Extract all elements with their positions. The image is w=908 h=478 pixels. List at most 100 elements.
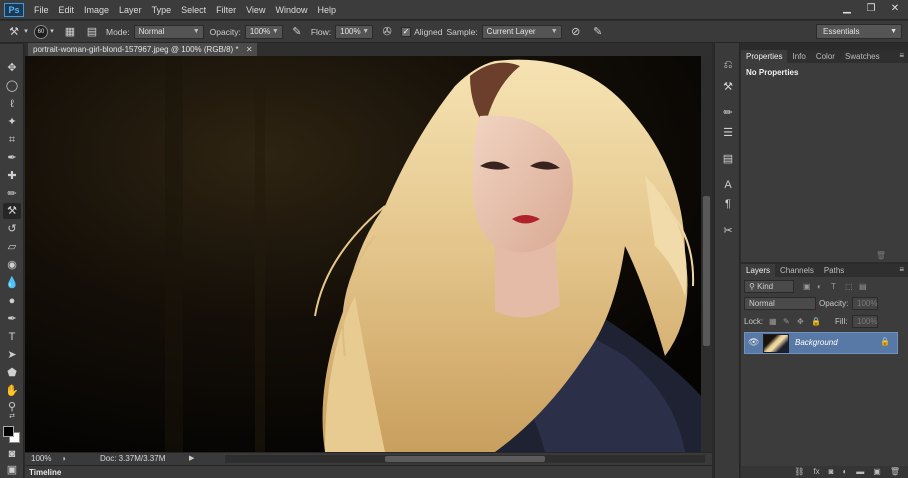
- delete-layer-icon[interactable]: 🗑: [890, 466, 900, 478]
- path-selection-tool-icon[interactable]: ➤: [3, 347, 21, 363]
- layer-fill-field[interactable]: 100%: [852, 315, 878, 328]
- menu-filter[interactable]: Filter: [216, 5, 236, 15]
- eraser-tool-icon[interactable]: ▱: [3, 239, 21, 255]
- clone-stamp-tool-icon[interactable]: ⚒: [6, 24, 22, 40]
- menu-type[interactable]: Type: [152, 5, 172, 15]
- menu-layer[interactable]: Layer: [119, 5, 142, 15]
- clone-source-panel-icon[interactable]: ⚒: [720, 79, 736, 95]
- history-panel-icon[interactable]: ⎌: [720, 57, 736, 73]
- tool-presets-panel-icon[interactable]: ▤: [720, 151, 736, 167]
- pressure-size-icon[interactable]: ✎: [590, 24, 606, 40]
- mode-select[interactable]: Normal ▼: [133, 24, 204, 39]
- aligned-checkbox[interactable]: ✓: [401, 26, 412, 37]
- brush-size-preview[interactable]: 60: [34, 24, 48, 39]
- filter-smart-object-icon[interactable]: ▤: [859, 282, 867, 291]
- pen-tool-icon[interactable]: ✒: [3, 311, 21, 327]
- menu-file[interactable]: File: [34, 5, 49, 15]
- horizontal-scroll-thumb[interactable]: [385, 456, 545, 462]
- filter-adjustment-icon[interactable]: ◐: [817, 282, 822, 291]
- panel-menu-icon[interactable]: ≡: [899, 51, 904, 60]
- vertical-scroll-thumb[interactable]: [703, 196, 710, 346]
- hand-tool-icon[interactable]: ✋: [3, 383, 21, 399]
- dodge-tool-icon[interactable]: ●: [3, 293, 21, 309]
- layer-style-icon[interactable]: fx: [813, 466, 819, 478]
- panel-menu-icon[interactable]: ≡: [899, 265, 904, 274]
- ignore-adjustment-layers-icon[interactable]: ⊘: [568, 24, 584, 40]
- flow-field[interactable]: 100% ▼: [335, 24, 374, 39]
- blur-tool-icon[interactable]: 💧: [3, 275, 21, 291]
- quick-mask-icon[interactable]: ◙: [3, 446, 21, 462]
- menu-image[interactable]: Image: [84, 5, 109, 15]
- shape-tool-icon[interactable]: ⬟: [3, 365, 21, 381]
- menu-select[interactable]: Select: [181, 5, 206, 15]
- new-layer-icon[interactable]: ▣: [873, 466, 881, 478]
- menu-view[interactable]: View: [246, 5, 265, 15]
- add-mask-icon[interactable]: ◙: [829, 466, 834, 478]
- link-layers-icon[interactable]: ⛓: [794, 466, 804, 478]
- lock-icon[interactable]: 🔒: [880, 337, 890, 346]
- status-menu-arrow-icon[interactable]: ▶: [189, 453, 194, 465]
- lasso-tool-icon[interactable]: ℓ: [3, 96, 21, 112]
- brush-tool-icon[interactable]: ✏: [3, 186, 21, 202]
- character-panel-icon[interactable]: A: [720, 177, 736, 193]
- lock-image-icon[interactable]: ✎: [783, 317, 790, 326]
- sample-select[interactable]: Current Layer ▼: [481, 24, 562, 39]
- vertical-scrollbar[interactable]: [701, 56, 712, 452]
- close-button[interactable]: ✕: [888, 3, 902, 15]
- brush-panel-icon[interactable]: ☰: [720, 125, 736, 141]
- tab-paths[interactable]: Paths: [819, 264, 849, 277]
- restore-button[interactable]: ❐: [864, 3, 878, 15]
- menu-window[interactable]: Window: [275, 5, 307, 15]
- tab-channels[interactable]: Channels: [775, 264, 819, 277]
- clone-stamp-tool-icon[interactable]: ⚒: [3, 203, 21, 219]
- filter-type-icon[interactable]: T: [831, 282, 836, 291]
- lock-position-icon[interactable]: ✥: [797, 317, 804, 326]
- workspace-switcher[interactable]: Essentials ▼: [816, 24, 902, 39]
- magic-wand-tool-icon[interactable]: ✦: [3, 114, 21, 130]
- airbrush-icon[interactable]: ✇: [379, 24, 395, 40]
- tab-properties[interactable]: Properties: [741, 50, 788, 63]
- tab-color[interactable]: Color: [811, 50, 840, 63]
- layer-row-background[interactable]: 👁 Background 🔒: [744, 332, 898, 354]
- filter-shape-icon[interactable]: ⬚: [845, 282, 853, 291]
- tab-swatches[interactable]: Swatches: [840, 50, 885, 63]
- paragraph-panel-icon[interactable]: ¶: [720, 196, 736, 212]
- elliptical-marquee-tool-icon[interactable]: ◯: [3, 78, 21, 94]
- brush-panel-icon[interactable]: ▦: [62, 24, 78, 40]
- brush-presets-panel-icon[interactable]: ✏: [720, 105, 736, 121]
- menu-help[interactable]: Help: [317, 5, 336, 15]
- brush-dropdown-icon[interactable]: ▾: [48, 24, 56, 40]
- pressure-opacity-icon[interactable]: ✎: [289, 24, 305, 40]
- document-tab[interactable]: portrait-woman-girl-blond-157967.jpeg @ …: [28, 43, 257, 56]
- timeline-tab[interactable]: Timeline: [29, 466, 61, 478]
- status-info-icon[interactable]: ◑: [61, 453, 66, 465]
- layer-opacity-field[interactable]: 100%: [852, 297, 878, 310]
- eye-icon[interactable]: 👁: [748, 337, 759, 348]
- close-icon[interactable]: ✕: [246, 43, 253, 56]
- minimize-button[interactable]: ▁: [840, 3, 854, 15]
- filter-pixel-icon[interactable]: ▣: [803, 282, 811, 291]
- swap-colors-icon[interactable]: ⇄: [3, 412, 21, 422]
- trash-icon[interactable]: 🗑: [876, 251, 886, 260]
- layer-name[interactable]: Background: [795, 338, 838, 347]
- opacity-field[interactable]: 100% ▼: [244, 24, 283, 39]
- new-group-icon[interactable]: ▬: [856, 466, 864, 478]
- tab-info[interactable]: Info: [787, 50, 810, 63]
- screen-mode-icon[interactable]: ▣: [3, 462, 21, 478]
- document-canvas[interactable]: [25, 56, 701, 452]
- healing-brush-tool-icon[interactable]: ✚: [3, 168, 21, 184]
- history-brush-tool-icon[interactable]: ↺: [3, 221, 21, 237]
- foreground-color-swatch[interactable]: [3, 426, 14, 437]
- tab-layers[interactable]: Layers: [741, 264, 776, 277]
- blend-mode-select[interactable]: Normal: [744, 297, 816, 310]
- lock-all-icon[interactable]: 🔒: [811, 317, 821, 326]
- lock-transparent-icon[interactable]: ▦: [769, 317, 777, 326]
- tool-preset-dropdown-icon[interactable]: ▾: [22, 24, 30, 40]
- clone-source-icon[interactable]: ▤: [84, 24, 100, 40]
- type-tool-icon[interactable]: T: [3, 329, 21, 345]
- menu-edit[interactable]: Edit: [59, 5, 75, 15]
- zoom-level[interactable]: 100%: [31, 453, 51, 465]
- adjustments-panel-icon[interactable]: ✂: [720, 223, 736, 239]
- layer-filter-select[interactable]: ⚲ Kind: [744, 280, 794, 293]
- move-tool-icon[interactable]: ✥: [3, 60, 21, 76]
